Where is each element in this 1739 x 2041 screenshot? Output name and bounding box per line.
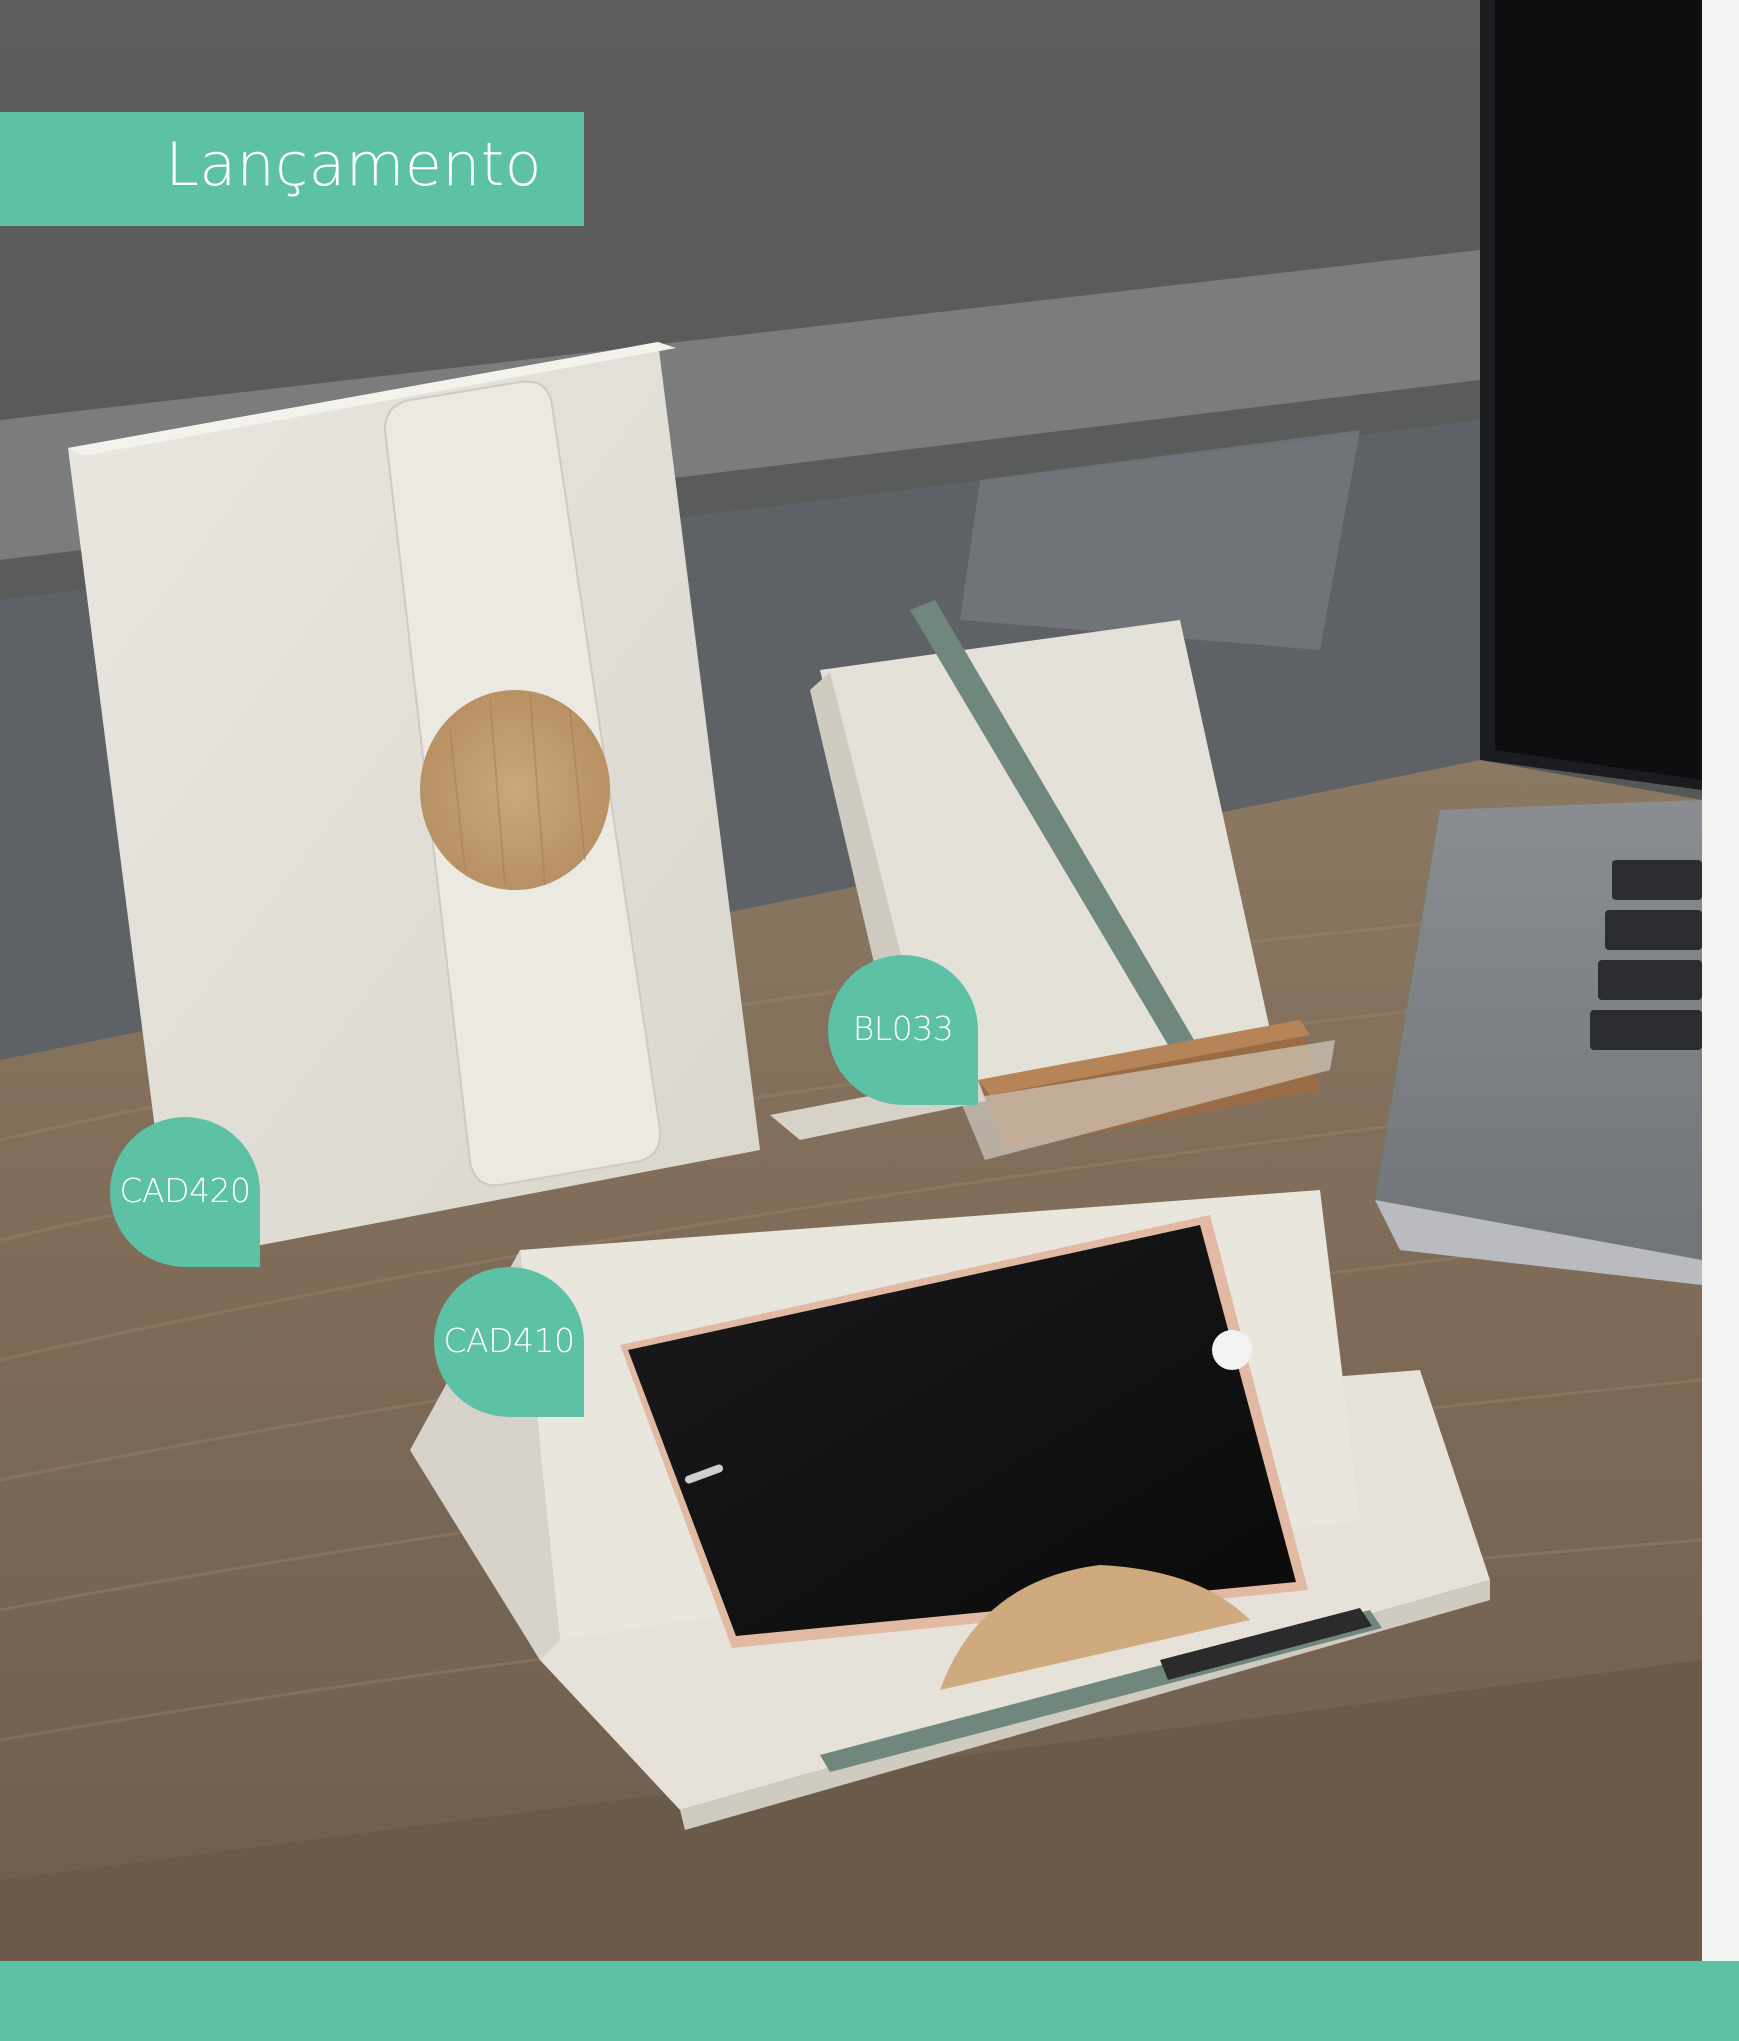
- launch-banner: Lançamento: [0, 112, 584, 226]
- page-margin: [1702, 0, 1739, 1961]
- product-code: CAD410: [443, 1321, 575, 1360]
- product-code: BL033: [852, 1009, 954, 1048]
- product-tag-cad410: CAD410: [434, 1267, 584, 1417]
- banner-title: Lançamento: [165, 130, 542, 200]
- footer-bar: [0, 1961, 1739, 2041]
- product-code: CAD420: [119, 1171, 251, 1210]
- catalog-page: Lançamento CAD420 BL033 CAD410: [0, 0, 1739, 2041]
- product-tag-bl033: BL033: [828, 955, 978, 1105]
- product-tag-cad420: CAD420: [110, 1117, 260, 1267]
